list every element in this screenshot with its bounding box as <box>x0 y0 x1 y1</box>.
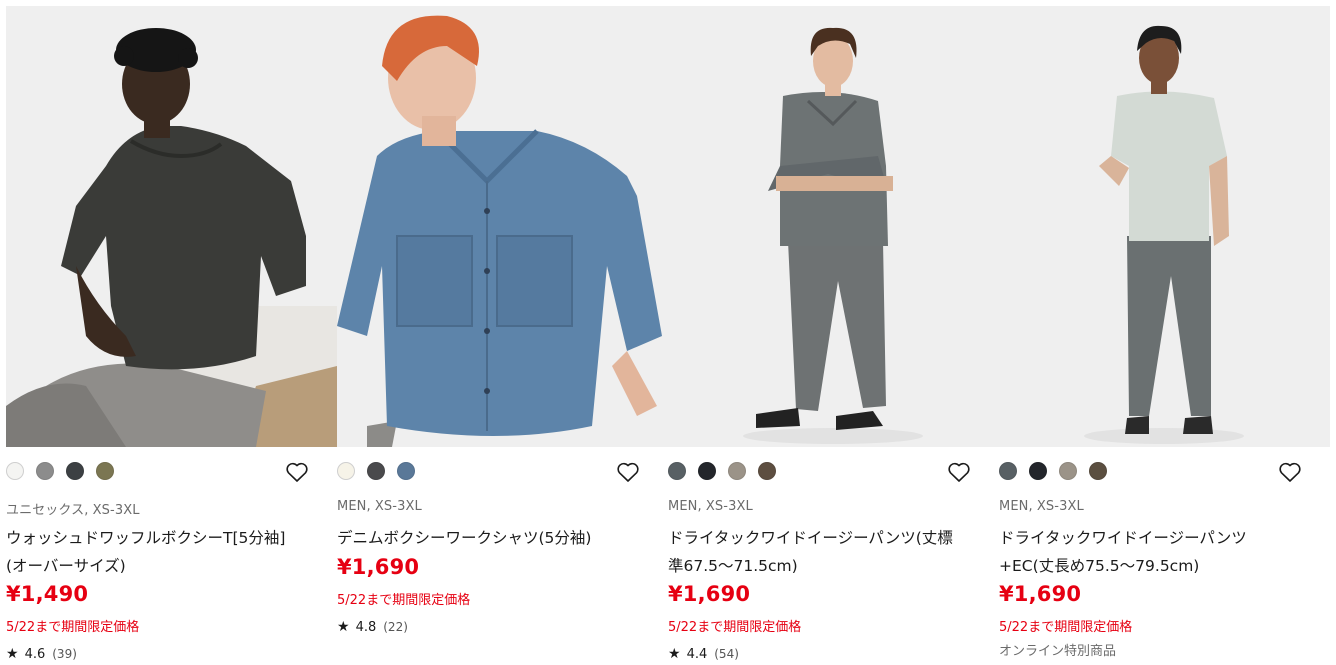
color-swatch[interactable] <box>758 462 776 480</box>
star-icon: ★ <box>337 619 350 635</box>
product-card[interactable]: MEN, XS-3XL ドライタックワイドイージーパンツ(丈標準67.5〜71.… <box>668 6 999 665</box>
product-gender-sizes: MEN, XS-3XL <box>668 499 753 514</box>
color-swatches <box>999 462 1119 482</box>
product-price: ¥1,690 <box>668 582 751 606</box>
promo-text: 5/22まで期間限定価格 <box>999 620 1133 635</box>
color-swatch[interactable] <box>1089 462 1107 480</box>
color-swatch[interactable] <box>1059 462 1077 480</box>
product-name[interactable]: ウォッシュドワッフルボクシーT[5分袖](オーバーサイズ) <box>6 524 306 580</box>
product-price: ¥1,690 <box>337 555 420 579</box>
product-name[interactable]: ドライタックワイドイージーパンツ(丈標準67.5〜71.5cm) <box>668 524 968 580</box>
review-count: (39) <box>52 647 77 661</box>
color-swatches <box>668 462 788 482</box>
color-swatch[interactable] <box>337 462 355 480</box>
product-name[interactable]: デニムボクシーワークシャツ(5分袖) <box>337 524 637 552</box>
color-swatch[interactable] <box>999 462 1017 480</box>
product-image[interactable] <box>668 6 999 447</box>
review-count: (54) <box>714 647 739 661</box>
product-price: ¥1,690 <box>999 582 1082 606</box>
rating-value: 4.8 <box>355 619 377 635</box>
product-grid: ユニセックス, XS-3XL ウォッシュドワッフルボクシーT[5分袖](オーバー… <box>0 0 1336 665</box>
color-swatches <box>6 462 126 482</box>
color-swatch[interactable] <box>66 462 84 480</box>
star-icon: ★ <box>6 646 19 662</box>
product-gender-sizes: ユニセックス, XS-3XL <box>6 503 140 518</box>
product-image[interactable] <box>999 6 1330 447</box>
color-swatch[interactable] <box>1029 462 1047 480</box>
rating-value: 4.6 <box>24 646 46 662</box>
product-card[interactable]: MEN, XS-3XL デニムボクシーワークシャツ(5分袖) ¥1,690 5/… <box>337 6 668 665</box>
product-price: ¥1,490 <box>6 582 89 606</box>
color-swatch[interactable] <box>367 462 385 480</box>
online-only-label: オンライン特別商品 <box>999 644 1117 659</box>
color-swatch[interactable] <box>36 462 54 480</box>
review-count: (22) <box>383 620 408 634</box>
color-swatch[interactable] <box>668 462 686 480</box>
favorite-heart-icon[interactable] <box>285 461 309 483</box>
rating: ★ 4.4 (54) <box>668 646 739 662</box>
favorite-heart-icon[interactable] <box>616 461 640 483</box>
star-icon: ★ <box>668 646 681 662</box>
product-card[interactable]: ユニセックス, XS-3XL ウォッシュドワッフルボクシーT[5分袖](オーバー… <box>6 6 337 665</box>
color-swatch[interactable] <box>397 462 415 480</box>
product-gender-sizes: MEN, XS-3XL <box>999 499 1084 514</box>
promo-text: 5/22まで期間限定価格 <box>337 593 471 608</box>
color-swatch[interactable] <box>6 462 24 480</box>
promo-text: 5/22まで期間限定価格 <box>6 620 140 635</box>
favorite-heart-icon[interactable] <box>1278 461 1302 483</box>
product-name[interactable]: ドライタックワイドイージーパンツ+EC(丈長め75.5〜79.5cm) <box>999 524 1299 580</box>
promo-text: 5/22まで期間限定価格 <box>668 620 802 635</box>
color-swatch[interactable] <box>698 462 716 480</box>
product-image[interactable] <box>337 6 668 447</box>
product-gender-sizes: MEN, XS-3XL <box>337 499 422 514</box>
color-swatch[interactable] <box>728 462 746 480</box>
rating: ★ 4.8 (22) <box>337 619 408 635</box>
favorite-heart-icon[interactable] <box>947 461 971 483</box>
color-swatch[interactable] <box>96 462 114 480</box>
product-card[interactable]: MEN, XS-3XL ドライタックワイドイージーパンツ+EC(丈長め75.5〜… <box>999 6 1330 665</box>
rating-value: 4.4 <box>686 646 708 662</box>
color-swatches <box>337 462 427 482</box>
product-image[interactable] <box>6 6 337 447</box>
rating: ★ 4.6 (39) <box>6 646 77 662</box>
